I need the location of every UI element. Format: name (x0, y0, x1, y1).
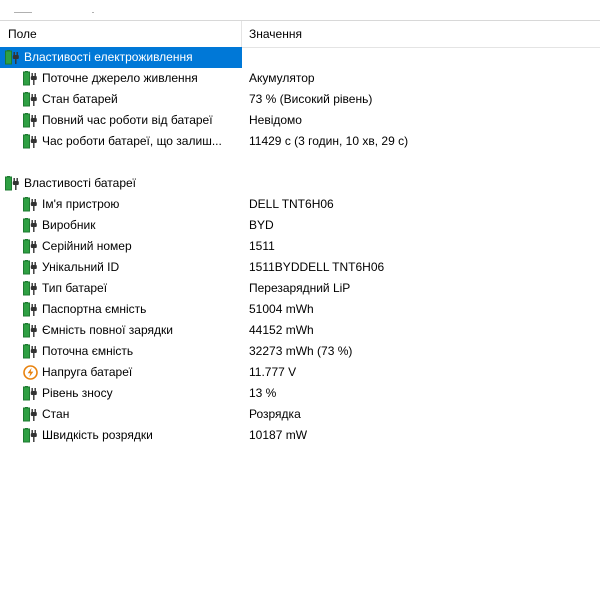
battery-icon (23, 239, 37, 254)
property-row[interactable]: Повний час роботи від батареї Невідомо (0, 110, 600, 131)
property-row[interactable]: Ємність повної зарядки 44152 mWh (0, 320, 600, 341)
battery-icon (23, 344, 37, 359)
property-value: 73 % (Високий рівень) (249, 92, 373, 106)
battery-icon (5, 176, 19, 191)
battery-icon (23, 323, 37, 338)
property-row[interactable]: Поточне джерело живлення Акумулятор (0, 68, 600, 89)
property-value: 1511BYDDELL TNT6H06 (249, 260, 385, 274)
property-value: BYD (249, 218, 274, 232)
group-row-power[interactable]: Властивості електроживлення (0, 47, 242, 68)
group-title: Властивості батареї (24, 176, 137, 190)
battery-icon (23, 113, 37, 128)
battery-icon (23, 281, 37, 296)
column-header-value[interactable]: Значення (249, 21, 302, 47)
battery-icon (23, 428, 37, 443)
property-value: 11429 с (3 годин, 10 хв, 29 с) (249, 134, 409, 148)
battery-icon (23, 71, 37, 86)
property-value: 32273 mWh (73 %) (249, 344, 353, 358)
property-label: Тип батареї (42, 281, 108, 295)
property-value: Акумулятор (249, 71, 315, 85)
property-value: 13 % (249, 386, 277, 400)
property-value: Розрядка (249, 407, 301, 421)
group-title: Властивості електроживлення (24, 50, 193, 64)
property-label: Рівень зносу (42, 386, 113, 400)
battery-icon (23, 260, 37, 275)
property-row[interactable]: Стан батарей 73 % (Високий рівень) (0, 89, 600, 110)
property-value: DELL TNT6H06 (249, 197, 334, 211)
property-row[interactable]: Паспортна ємність 51004 mWh (0, 299, 600, 320)
property-label: Ємність повної зарядки (42, 323, 173, 337)
property-label: Швидкість розрядки (42, 428, 153, 442)
battery-icon (5, 50, 19, 65)
top-toolbar-strip (0, 0, 600, 19)
property-label: Час роботи батареї, що залиш... (42, 134, 222, 148)
properties-list: Властивості електроживлення Поточне джере… (0, 47, 600, 446)
property-row[interactable]: Рівень зносу 13 % (0, 383, 600, 404)
battery-icon (23, 92, 37, 107)
property-label: Поточна ємність (42, 344, 134, 358)
property-label: Паспортна ємність (42, 302, 147, 316)
column-separator[interactable] (241, 21, 242, 47)
property-value: 10187 mW (249, 428, 308, 442)
property-label: Поточне джерело живлення (42, 71, 198, 85)
property-row[interactable]: Виробник BYD (0, 215, 600, 236)
property-row[interactable]: Час роботи батареї, що залиш... 11429 с (… (0, 131, 600, 152)
property-label: Повний час роботи від батареї (42, 113, 213, 127)
battery-icon (23, 386, 37, 401)
property-row[interactable]: Стан Розрядка (0, 404, 600, 425)
property-row[interactable]: Тип батареї Перезарядний LiP (0, 278, 600, 299)
property-value: 1511 (249, 239, 275, 253)
property-row[interactable]: Напруга батареї 11.777 V (0, 362, 600, 383)
property-value: 11.777 V (249, 365, 297, 379)
property-label: Виробник (42, 218, 96, 232)
property-row[interactable]: Ім'я пристрою DELL TNT6H06 (0, 194, 600, 215)
property-label: Унікальний ID (42, 260, 120, 274)
property-row[interactable]: Унікальний ID 1511BYDDELL TNT6H06 (0, 257, 600, 278)
toolbar-divider (14, 12, 32, 13)
toolbar-divider (92, 12, 94, 13)
property-value: Невідомо (249, 113, 302, 127)
property-label: Напруга батареї (42, 365, 133, 379)
list-header: Поле Значення (0, 20, 600, 48)
battery-icon (23, 407, 37, 422)
property-label: Серійний номер (42, 239, 132, 253)
property-value: Перезарядний LiP (249, 281, 351, 295)
property-value: 44152 mWh (249, 323, 314, 337)
column-header-field[interactable]: Поле (8, 21, 37, 47)
property-label: Ім'я пристрою (42, 197, 120, 211)
property-value: 51004 mWh (249, 302, 314, 316)
battery-icon (23, 134, 37, 149)
group-row-battery[interactable]: Властивості батареї (0, 173, 600, 194)
battery-icon (23, 218, 37, 233)
property-label: Стан батарей (42, 92, 118, 106)
property-row[interactable]: Швидкість розрядки 10187 mW (0, 425, 600, 446)
property-row[interactable]: Поточна ємність 32273 mWh (73 %) (0, 341, 600, 362)
voltage-icon (23, 365, 38, 380)
property-label: Стан (42, 407, 70, 421)
property-row[interactable]: Серійний номер 1511 (0, 236, 600, 257)
battery-icon (23, 302, 37, 317)
battery-icon (23, 197, 37, 212)
